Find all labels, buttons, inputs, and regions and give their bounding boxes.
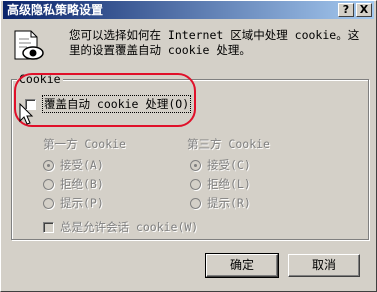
radio-button[interactable] (190, 197, 201, 209)
radio-label: 拒绝(B) (60, 177, 104, 191)
intro-text: 您可以选择如何在 Internet 区域中处理 cookie。这 里的设置覆盖自… (69, 28, 369, 58)
third-party-prompt[interactable]: 提示(R) (190, 195, 251, 211)
third-party-accept[interactable]: 接受(C) (190, 157, 251, 173)
third-party-block[interactable]: 拒绝(L) (190, 176, 251, 192)
intro-line-1: 您可以选择如何在 Internet 区域中处理 cookie。这 (69, 28, 360, 42)
arrow-cursor-icon (19, 103, 34, 125)
radio-label: 接受(C) (207, 158, 251, 172)
cancel-button[interactable]: 取消 (288, 254, 360, 277)
radio-label: 拒绝(L) (207, 177, 251, 191)
third-party-heading: 第三方 Cookie (187, 137, 270, 151)
radio-label: 提示(R) (207, 196, 251, 210)
title-bar[interactable]: 高级隐私策略设置 ? X (3, 1, 374, 19)
allow-session-cookies-row[interactable]: 总是允许会话 cookie(W) (43, 219, 198, 235)
first-party-heading: 第一方 Cookie (43, 137, 126, 151)
ok-button[interactable]: 确定 (205, 253, 279, 278)
window-title: 高级隐私策略设置 (7, 3, 104, 17)
session-checkbox[interactable] (43, 221, 54, 233)
radio-button[interactable] (43, 159, 54, 171)
first-party-accept[interactable]: 接受(A) (43, 157, 104, 173)
close-button[interactable]: X (356, 3, 372, 17)
intro-line-2: 里的设置覆盖自动 cookie 处理。 (69, 43, 251, 57)
first-party-block[interactable]: 拒绝(B) (43, 176, 104, 192)
radio-button[interactable] (43, 197, 54, 209)
privacy-settings-dialog: 高级隐私策略设置 ? X 您可以选择如何在 Internet 区域中处理 coo… (0, 0, 377, 292)
radio-button[interactable] (190, 178, 201, 190)
session-label: 总是允许会话 cookie(W) (60, 220, 199, 234)
help-button[interactable]: ? (338, 3, 354, 17)
document-eye-icon (14, 30, 44, 60)
radio-label: 接受(A) (60, 158, 104, 172)
first-party-prompt[interactable]: 提示(P) (43, 195, 104, 211)
radio-button[interactable] (190, 159, 201, 171)
radio-button[interactable] (43, 178, 54, 190)
radio-label: 提示(P) (60, 196, 104, 210)
annotation-circle (14, 73, 196, 127)
